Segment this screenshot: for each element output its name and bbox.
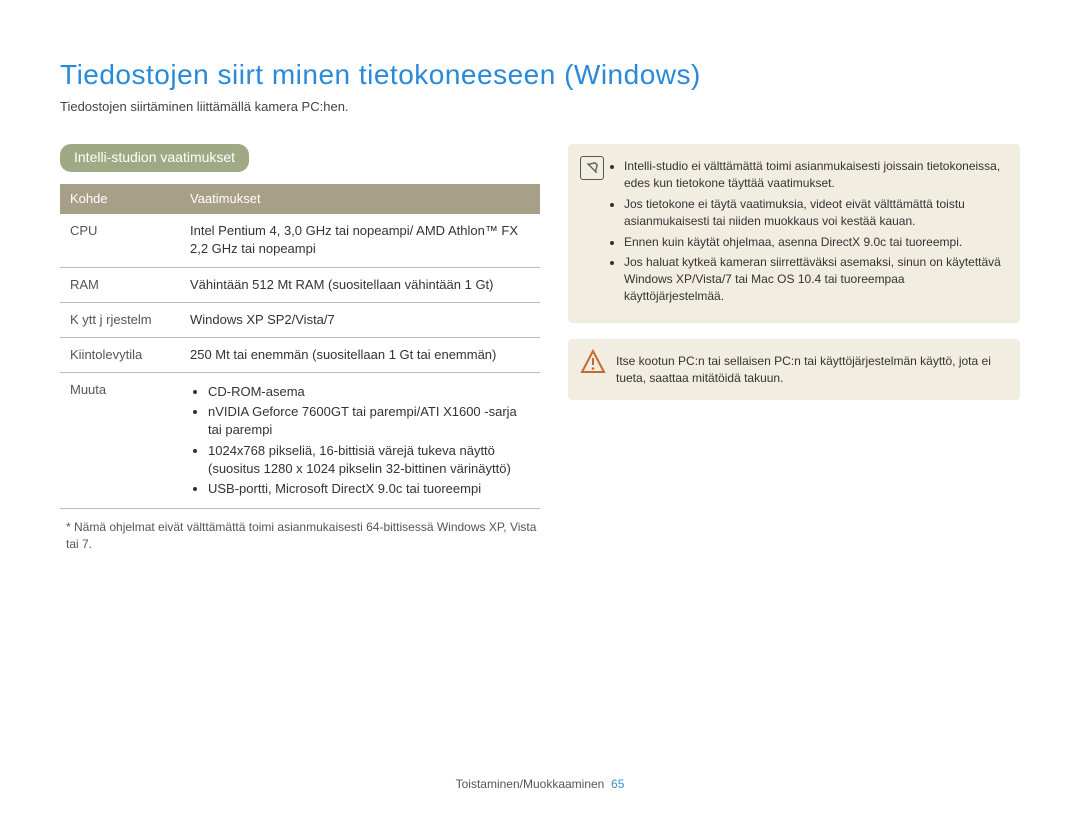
requirements-table: Kohde Vaatimukset CPU Intel Pentium 4, 3… — [60, 184, 540, 509]
table-row: Kiintolevytila 250 Mt tai enemmän (suosi… — [60, 337, 540, 372]
other-item: nVIDIA Geforce 7600GT tai parempi/ATI X1… — [208, 403, 530, 439]
note-item: Jos haluat kytkeä kameran siirrettäväksi… — [624, 254, 1004, 304]
other-item: CD-ROM-asema — [208, 383, 530, 401]
warning-icon — [580, 349, 606, 375]
other-item: 1024x768 pikseliä, 16-bittisiä värejä tu… — [208, 442, 530, 478]
table-footnote: * Nämä ohjelmat eivät välttämättä toimi … — [60, 519, 540, 553]
table-row: RAM Vähintään 512 Mt RAM (suositellaan v… — [60, 267, 540, 302]
note-icon — [580, 156, 604, 180]
right-column: Intelli-studio ei välttämättä toimi asia… — [568, 144, 1020, 552]
row-key: CPU — [60, 214, 180, 267]
row-key: Muuta — [60, 373, 180, 509]
section-heading: Intelli-studion vaatimukset — [60, 144, 249, 172]
warning-text: Itse kootun PC:n tai sellaisen PC:n tai … — [616, 353, 1004, 387]
footer-section-label: Toistaminen/Muokkaaminen — [456, 777, 605, 791]
note-box: Intelli-studio ei välttämättä toimi asia… — [568, 144, 1020, 322]
row-key: Kiintolevytila — [60, 337, 180, 372]
table-row-other: Muuta CD-ROM-asema nVIDIA Geforce 7600GT… — [60, 373, 540, 509]
row-key: RAM — [60, 267, 180, 302]
other-item: USB-portti, Microsoft DirectX 9.0c tai t… — [208, 480, 530, 498]
table-header-value: Vaatimukset — [180, 184, 540, 214]
left-column: Intelli-studion vaatimukset Kohde Vaatim… — [60, 144, 540, 552]
two-column-layout: Intelli-studion vaatimukset Kohde Vaatim… — [60, 144, 1020, 552]
row-value-list: CD-ROM-asema nVIDIA Geforce 7600GT tai p… — [180, 373, 540, 509]
row-value: Windows XP SP2/Vista/7 — [180, 302, 540, 337]
note-item: Intelli-studio ei välttämättä toimi asia… — [624, 158, 1004, 192]
note-item: Jos tietokone ei täytä vaatimuksia, vide… — [624, 196, 1004, 230]
table-row: K ytt j rjestelm Windows XP SP2/Vista/7 — [60, 302, 540, 337]
footer-page-number: 65 — [611, 777, 624, 791]
table-row: CPU Intel Pentium 4, 3,0 GHz tai nopeamp… — [60, 214, 540, 267]
warning-box: Itse kootun PC:n tai sellaisen PC:n tai … — [568, 339, 1020, 401]
page-footer: Toistaminen/Muokkaaminen 65 — [0, 776, 1080, 793]
note-item: Ennen kuin käytät ohjelmaa, asenna Direc… — [624, 234, 1004, 251]
page-title: Tiedostojen siirt minen tietokoneeseen (… — [60, 55, 1020, 94]
row-key: K ytt j rjestelm — [60, 302, 180, 337]
row-value: Intel Pentium 4, 3,0 GHz tai nopeampi/ A… — [180, 214, 540, 267]
row-value: Vähintään 512 Mt RAM (suositellaan vähin… — [180, 267, 540, 302]
table-header-key: Kohde — [60, 184, 180, 214]
page-subtitle: Tiedostojen siirtäminen liittämällä kame… — [60, 98, 1020, 116]
row-value: 250 Mt tai enemmän (suositellaan 1 Gt ta… — [180, 337, 540, 372]
